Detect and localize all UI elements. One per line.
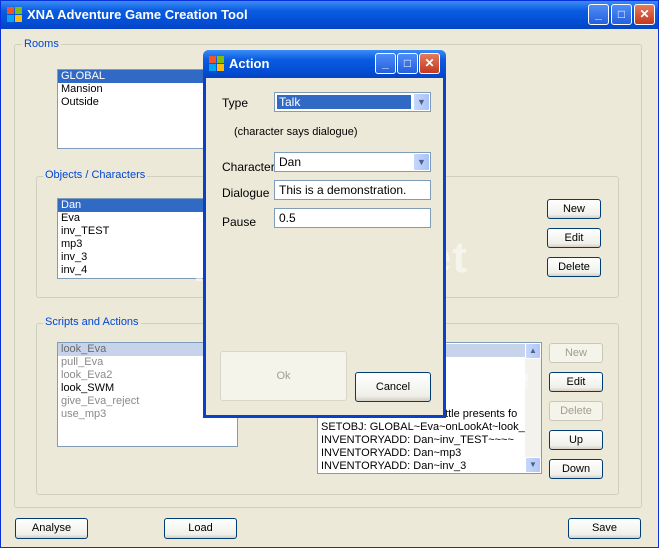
scripts-edit-button[interactable]: Edit	[549, 372, 603, 392]
list-item[interactable]: inv_4	[58, 264, 206, 277]
scripts-label: Scripts and Actions	[43, 316, 141, 328]
pause-label: Pause	[222, 215, 257, 229]
dialog-app-icon	[209, 56, 224, 71]
list-item[interactable]: inv_TEST	[58, 225, 206, 238]
maximize-icon: □	[617, 7, 626, 21]
list-item[interactable]: inv_3	[58, 251, 206, 264]
objects-new-button[interactable]: New	[547, 199, 601, 219]
list-item[interactable]: Mansion	[58, 83, 206, 96]
analyse-button[interactable]: Analyse	[15, 518, 88, 539]
ok-button[interactable]: Ok	[220, 351, 347, 401]
type-hint: (character says dialogue)	[234, 126, 358, 138]
cancel-button[interactable]: Cancel	[355, 372, 431, 402]
rooms-list[interactable]: GLOBAL Mansion Outside	[57, 69, 207, 149]
dialog-maximize-button[interactable]: □	[397, 53, 418, 74]
list-item[interactable]: INVENTORYADD: Dan~mp3	[318, 447, 461, 460]
character-label: Character	[222, 160, 275, 174]
list-item[interactable]: mp3	[58, 238, 206, 251]
maximize-button[interactable]: □	[611, 4, 632, 25]
scripts-new-button[interactable]: New	[549, 343, 603, 363]
app-icon	[7, 7, 22, 22]
close-icon: ✕	[424, 56, 435, 70]
close-icon: ✕	[639, 7, 650, 21]
chevron-down-icon[interactable]: ▼	[413, 93, 430, 111]
character-value: Dan	[279, 155, 302, 169]
dialogue-label: Dialogue	[222, 186, 270, 200]
move-down-button[interactable]: Down	[549, 459, 603, 479]
list-item[interactable]: Dan	[58, 199, 206, 212]
objects-list[interactable]: Dan Eva inv_TEST mp3 inv_3 inv_4	[57, 198, 207, 279]
type-value: Talk	[279, 95, 301, 109]
scroll-up-icon[interactable]: ▲	[525, 343, 541, 359]
scripts-delete-button[interactable]: Delete	[549, 401, 603, 421]
scroll-down-icon[interactable]: ▼	[525, 457, 541, 473]
list-item[interactable]: INVENTORYADD: Dan~inv_3	[318, 460, 466, 473]
dialog-title-bar[interactable]: Action _ □ ✕	[203, 50, 446, 78]
action-dialog: Action _ □ ✕ Type Talk ▼ (character says…	[203, 50, 446, 418]
character-select[interactable]: Dan ▼	[274, 152, 431, 172]
main-title-bar[interactable]: XNA Adventure Game Creation Tool _ □ ✕	[1, 1, 658, 29]
rooms-label: Rooms	[22, 38, 61, 50]
minimize-button[interactable]: _	[588, 4, 609, 25]
list-item[interactable]: Outside	[58, 96, 206, 109]
chevron-down-icon[interactable]: ▼	[413, 153, 430, 171]
list-item[interactable]: SETOBJ: GLOBAL~Eva~onLookAt~look_I	[318, 421, 528, 434]
objects-label: Objects / Characters	[43, 169, 148, 181]
load-button[interactable]: Load	[164, 518, 237, 539]
dialog-minimize-button[interactable]: _	[375, 53, 396, 74]
objects-delete-button[interactable]: Delete	[547, 257, 601, 277]
list-item[interactable]: GLOBAL	[58, 70, 206, 83]
minimize-icon: _	[595, 7, 602, 21]
pause-input[interactable]: 0.5	[274, 208, 431, 228]
dialog-close-button[interactable]: ✕	[419, 53, 440, 74]
list-item[interactable]: Eva	[58, 212, 206, 225]
save-button[interactable]: Save	[568, 518, 641, 539]
type-label: Type	[222, 96, 249, 110]
window-title: XNA Adventure Game Creation Tool	[27, 7, 248, 22]
actions-scrollbar[interactable]: ▲ ▼	[525, 343, 541, 473]
minimize-icon: _	[382, 56, 389, 70]
type-select[interactable]: Talk ▼	[274, 92, 431, 112]
close-button[interactable]: ✕	[634, 4, 655, 25]
maximize-icon: □	[403, 56, 412, 70]
objects-edit-button[interactable]: Edit	[547, 228, 601, 248]
dialog-title: Action	[229, 56, 270, 71]
list-item[interactable]: INVENTORYADD: Dan~inv_TEST~~~~	[318, 434, 514, 447]
move-up-button[interactable]: Up	[549, 430, 603, 450]
dialogue-input[interactable]: This is a demonstration.	[274, 180, 431, 200]
